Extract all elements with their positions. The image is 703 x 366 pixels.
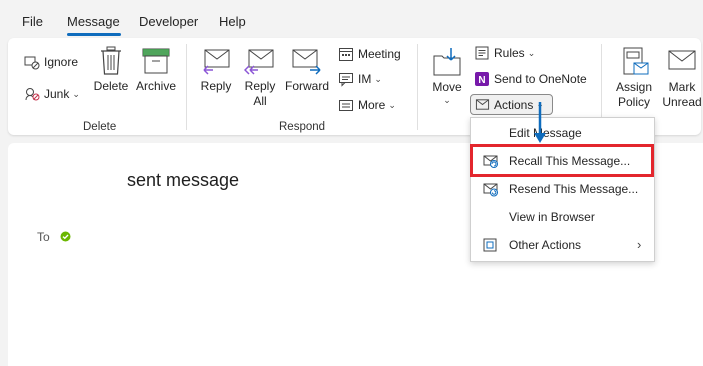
actions-icon — [475, 99, 490, 110]
reply-all-label-1: Reply — [244, 79, 276, 93]
im-button[interactable]: IM ⌄ — [338, 69, 382, 89]
trash-icon — [101, 46, 121, 75]
delete-group-label: Delete — [83, 121, 117, 133]
reply-button[interactable]: Reply — [197, 46, 235, 94]
ignore-button[interactable]: Ignore — [24, 52, 78, 72]
resend-icon — [483, 183, 498, 197]
meeting-button[interactable]: Meeting — [338, 44, 401, 64]
ignore-icon — [24, 56, 40, 70]
delete-button[interactable]: Delete — [93, 46, 129, 94]
menu-item-label: Resend This Message... — [509, 182, 639, 196]
onenote-icon: N — [475, 72, 489, 86]
junk-label: Junk — [44, 87, 70, 101]
chevron-down-icon: ⌄ — [72, 88, 80, 99]
chevron-down-icon: ⌄ — [527, 47, 536, 58]
ignore-label: Ignore — [44, 55, 79, 69]
presence-available-icon — [60, 231, 71, 242]
forward-button[interactable]: Forward — [284, 46, 330, 94]
reply-all-icon — [244, 49, 274, 75]
delete-label: Delete — [93, 79, 129, 93]
menu-item-other-actions[interactable]: Other Actions › — [471, 231, 654, 259]
actions-label: Actions — [494, 97, 534, 112]
assign-policy-button[interactable]: Assign Policy — [610, 46, 658, 110]
tab-help[interactable]: Help — [219, 14, 246, 29]
chevron-down-icon: ⌄ — [388, 99, 396, 110]
rules-label: Rules — [494, 46, 525, 60]
group-divider — [186, 44, 187, 130]
more-icon — [339, 100, 353, 111]
forward-label: Forward — [284, 79, 329, 93]
mark-unread-button[interactable]: Mark Unread — [660, 46, 703, 110]
tab-file[interactable]: File — [22, 14, 43, 29]
assign-label-2: Policy — [617, 95, 650, 109]
calendar-icon — [339, 48, 353, 61]
respond-group-label: Respond — [279, 121, 326, 133]
reply-all-button[interactable]: Reply All — [241, 46, 279, 109]
reply-icon — [203, 49, 230, 75]
menu-item-edit-message[interactable]: Edit Message — [471, 119, 654, 147]
assign-label-1: Assign — [615, 80, 653, 94]
rules-button[interactable]: Rules ⌄ — [474, 43, 535, 63]
reply-label: Reply — [200, 79, 232, 93]
message-subject: sent message — [127, 170, 240, 190]
assign-policy-icon — [623, 47, 649, 75]
mark-label-1: Mark — [668, 80, 696, 94]
menu-item-label: View in Browser — [509, 210, 595, 224]
rules-icon — [475, 46, 489, 60]
menu-item-label: Other Actions — [509, 238, 582, 252]
group-divider — [417, 44, 418, 130]
move-button[interactable]: Move ⌄ — [428, 46, 466, 106]
other-actions-icon — [483, 238, 497, 252]
move-icon — [433, 48, 461, 76]
tab-message[interactable]: Message — [67, 14, 120, 29]
menu-item-view-in-browser[interactable]: View in Browser — [471, 203, 654, 231]
highlight-annotation — [470, 144, 654, 177]
menu-item-resend-message[interactable]: Resend This Message... — [471, 175, 654, 203]
junk-button[interactable]: Junk ⌄ — [24, 84, 80, 104]
svg-text:N: N — [478, 75, 485, 86]
im-icon — [339, 73, 353, 87]
active-tab-indicator — [67, 33, 121, 36]
annotation-arrow-icon — [534, 102, 546, 143]
send-onenote-label: Send to OneNote — [494, 72, 587, 86]
move-label: Move — [432, 80, 462, 94]
mark-unread-icon — [668, 50, 696, 70]
chevron-down-icon: ⌄ — [374, 73, 382, 84]
chevron-right-icon: › — [637, 237, 642, 252]
junk-icon — [25, 88, 40, 101]
more-label: More — [358, 98, 386, 112]
mark-label-2: Unread — [662, 95, 702, 109]
reply-all-label-2: All — [253, 94, 267, 108]
archive-button[interactable]: Archive — [134, 46, 178, 94]
im-label: IM — [358, 72, 372, 86]
meeting-label: Meeting — [358, 47, 401, 61]
more-button[interactable]: More ⌄ — [338, 95, 396, 115]
send-to-onenote-button[interactable]: N Send to OneNote — [474, 69, 587, 89]
archive-icon — [142, 48, 170, 74]
chevron-down-icon: ⌄ — [443, 95, 451, 105]
forward-icon — [292, 49, 321, 75]
tab-developer[interactable]: Developer — [139, 14, 198, 29]
actions-menu: Edit Message Recall This Message... Rese… — [470, 117, 655, 262]
to-label: To — [37, 230, 50, 244]
archive-label: Archive — [135, 79, 176, 93]
